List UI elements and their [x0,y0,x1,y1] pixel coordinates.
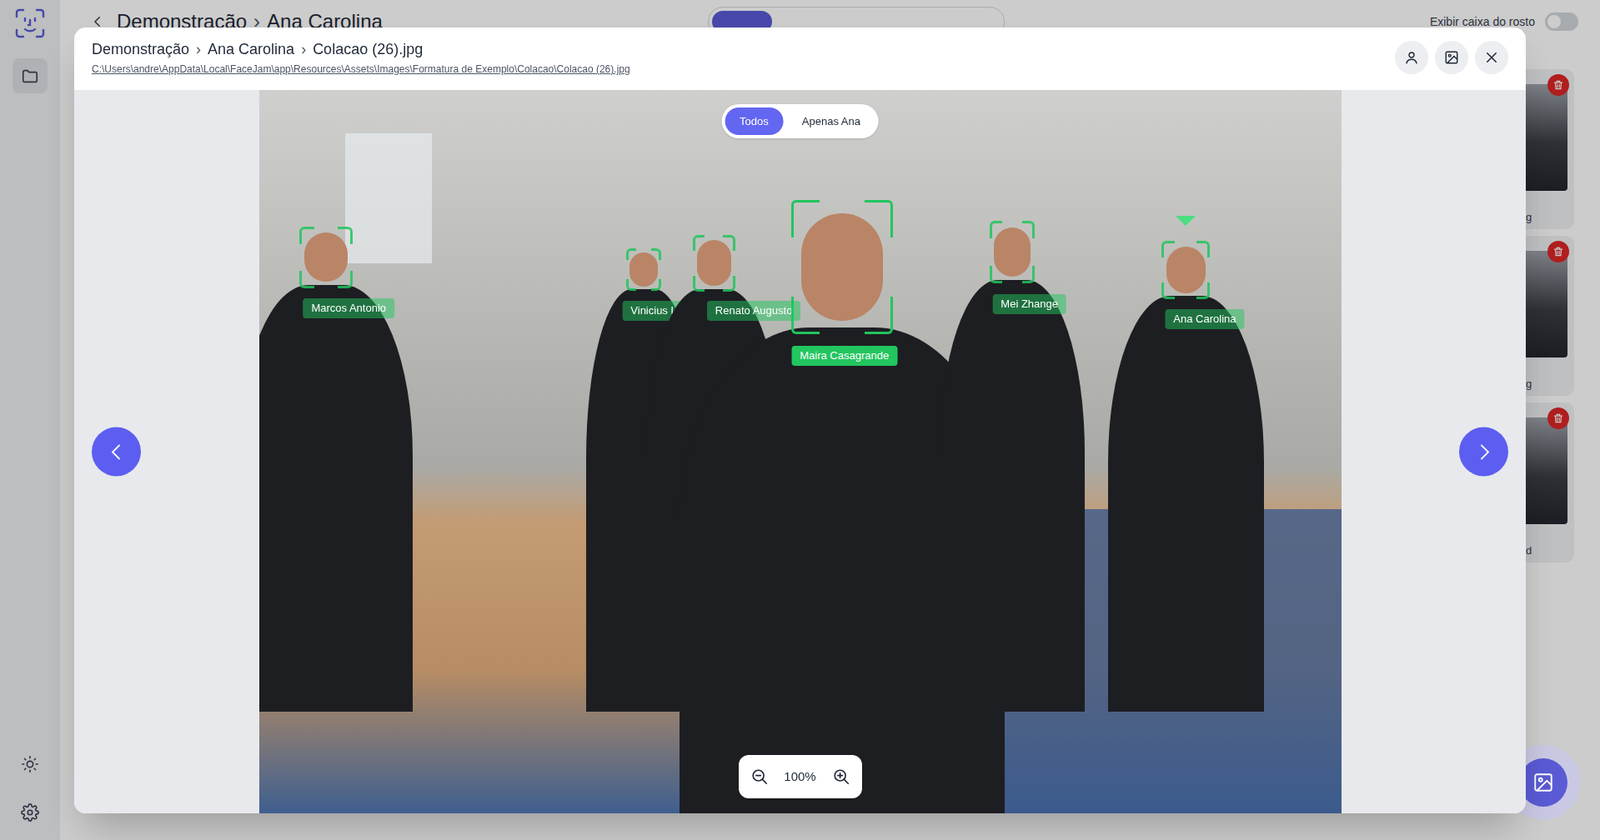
filter-option[interactable]: Todos [724,107,784,136]
target-marker-icon [1175,215,1196,226]
zoom-in-icon[interactable] [832,767,851,787]
face-box[interactable] [299,226,354,289]
breadcrumb-item[interactable]: Ana Carolina [207,39,295,60]
image-icon [1444,50,1460,66]
user-icon [1404,50,1420,66]
breadcrumb-item[interactable]: Demonstração [91,39,190,60]
photo: Marcos AntonioVinicius LimaRenato August… [259,90,1342,814]
face-label[interactable]: Maira Casagrande [791,346,898,367]
zoom-control: 100% [738,755,863,799]
face-box[interactable] [1161,240,1210,299]
face-box[interactable] [692,235,736,293]
face-label[interactable]: Renato Augusto [707,300,802,322]
face-box[interactable] [626,248,663,291]
viewer-breadcrumb: Demonstração›Ana Carolina›Colacao (26).j… [91,39,631,60]
prev-button[interactable] [91,427,141,477]
file-path-link[interactable]: C:\Users\andre\AppData\Local\FaceJam\app… [91,62,631,76]
face-label[interactable]: Marcos Antonio [302,298,395,319]
image-info-button[interactable] [1434,40,1469,75]
zoom-out-icon[interactable] [750,767,769,787]
face-box[interactable] [989,220,1036,284]
image-icon [1532,772,1555,794]
next-button[interactable] [1459,427,1509,477]
breadcrumb-separator: › [195,39,201,60]
chevron-left-icon [106,441,127,462]
close-icon [1484,50,1500,66]
face-box[interactable] [791,200,893,335]
face-label[interactable]: Mei Zhange [992,294,1067,315]
image-viewer-modal: Demonstração›Ana Carolina›Colacao (26).j… [74,27,1526,814]
filter-option[interactable]: Apenas Ana [787,107,876,136]
viewer-header: Demonstração›Ana Carolina›Colacao (26).j… [74,27,1526,91]
chevron-right-icon [1474,441,1495,462]
viewer-body: Marcos AntonioVinicius LimaRenato August… [74,90,1526,814]
breadcrumb-item[interactable]: Colacao (26).jpg [312,39,423,60]
breadcrumb-separator: › [300,39,306,60]
zoom-level: 100% [782,767,819,788]
close-button[interactable] [1474,40,1509,75]
person-button[interactable] [1394,40,1429,75]
face-label[interactable]: Ana Carolina [1164,309,1244,330]
face-filter-toggle: TodosApenas Ana [721,104,879,139]
